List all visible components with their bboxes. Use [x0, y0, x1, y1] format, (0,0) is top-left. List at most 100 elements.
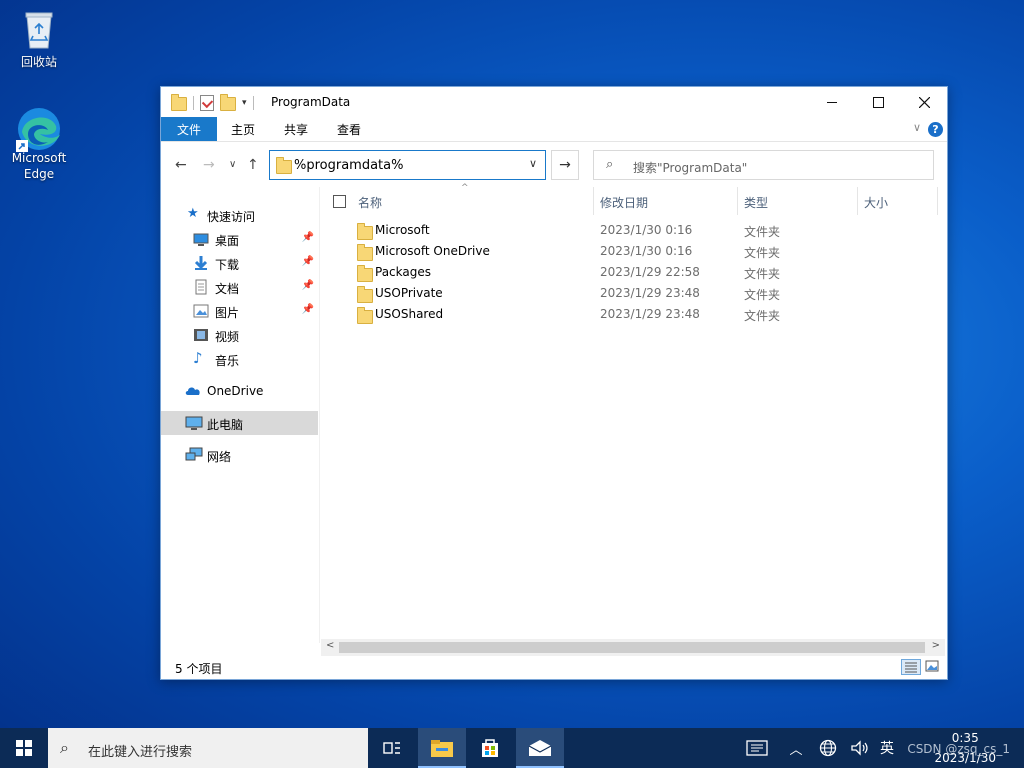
customize-toolbar-icon[interactable]: ▾ [242, 98, 247, 108]
document-icon [193, 279, 209, 295]
details-view-button[interactable] [901, 659, 921, 675]
search-box[interactable]: ⌕ 搜索"ProgramData" [593, 150, 934, 180]
address-dropdown-icon[interactable]: ∨ [529, 157, 537, 170]
nav-item-desktop[interactable]: 桌面 📌 [161, 227, 318, 251]
table-row[interactable]: USOPrivate 2023/1/29 23:48 文件夹 [321, 283, 945, 304]
folder-icon [357, 223, 373, 240]
file-modified: 2023/1/30 0:16 [600, 244, 693, 258]
horizontal-scrollbar[interactable]: < > [321, 639, 945, 656]
minimize-button[interactable] [809, 87, 855, 117]
speaker-icon [851, 740, 868, 756]
column-divider[interactable] [593, 187, 594, 215]
start-button[interactable] [0, 728, 48, 768]
desktop-icon [193, 231, 209, 247]
tab-file[interactable]: 文件 [161, 117, 217, 141]
column-header-type[interactable]: 类型 [744, 194, 768, 211]
column-header-name[interactable]: 名称 [358, 194, 382, 211]
address-bar[interactable]: %programdata% ∨ [269, 150, 546, 180]
nav-item-onedrive[interactable]: OneDrive [161, 379, 318, 403]
column-divider[interactable] [937, 187, 938, 215]
taskbar-store[interactable] [466, 728, 514, 768]
help-icon[interactable]: ? [928, 122, 943, 137]
navigation-bar: ← → ∨ ↑ %programdata% ∨ → ⌕ 搜索"ProgramDa… [161, 149, 947, 183]
new-folder-icon[interactable] [220, 94, 236, 111]
divider [193, 95, 194, 110]
maximize-button[interactable] [855, 87, 901, 117]
nav-item-this-pc[interactable]: 此电脑 [161, 411, 318, 435]
column-headers: ^ 名称 修改日期 类型 大小 [321, 183, 945, 215]
search-input[interactable]: 搜索"ProgramData" [633, 159, 747, 176]
file-type: 文件夹 [744, 246, 781, 260]
network-status-button[interactable] [814, 728, 842, 768]
file-modified: 2023/1/29 23:48 [600, 286, 700, 300]
tab-share[interactable]: 共享 [284, 121, 308, 138]
recent-locations-button[interactable]: ∨ [229, 159, 236, 170]
windows-logo-icon [16, 740, 32, 756]
scroll-right-icon[interactable]: > [932, 640, 940, 651]
picture-icon [193, 303, 209, 319]
file-name: Microsoft [375, 223, 430, 237]
taskbar-mail[interactable] [516, 728, 564, 768]
taskbar-search-input[interactable]: 在此键入进行搜索 [88, 741, 192, 760]
properties-icon[interactable] [200, 94, 214, 111]
back-button[interactable]: ← [175, 157, 187, 173]
watermark-text: CSDN @zsq_cs_1 [907, 742, 1010, 756]
table-row[interactable]: USOShared 2023/1/29 23:48 文件夹 [321, 304, 945, 325]
desktop-icon-label: Microsoft Edge [11, 151, 67, 181]
nav-item-pictures[interactable]: 图片 📌 [161, 299, 318, 323]
video-icon [193, 327, 209, 343]
pin-icon[interactable]: 📌 [302, 256, 314, 267]
search-icon: ⌕ [60, 738, 69, 757]
up-button[interactable]: ↑ [247, 157, 259, 173]
globe-icon [819, 739, 837, 757]
nav-item-music[interactable]: ♪ 音乐 [161, 347, 318, 371]
file-name: Packages [375, 265, 431, 279]
volume-button[interactable] [846, 728, 874, 768]
tab-home[interactable]: 主页 [231, 121, 255, 138]
scrollbar-thumb[interactable] [339, 642, 925, 653]
taskbar-search-box[interactable]: ⌕ 在此键入进行搜索 [48, 728, 368, 768]
column-divider[interactable] [857, 187, 858, 215]
column-header-modified[interactable]: 修改日期 [600, 194, 648, 211]
forward-button[interactable]: → [203, 157, 215, 173]
minimize-icon [827, 101, 837, 103]
task-view-button[interactable] [368, 728, 416, 768]
file-modified: 2023/1/29 23:48 [600, 307, 700, 321]
expand-ribbon-icon[interactable]: ∨ [913, 121, 921, 134]
nav-item-network[interactable]: 网络 [161, 443, 318, 467]
pin-icon[interactable]: 📌 [302, 280, 314, 291]
folder-icon [171, 94, 187, 111]
window-title: ProgramData [271, 95, 351, 109]
taskbar-file-explorer[interactable] [418, 728, 466, 768]
onedrive-icon [185, 383, 201, 399]
nav-item-documents[interactable]: 文档 📌 [161, 275, 318, 299]
table-row[interactable]: Packages 2023/1/29 22:58 文件夹 [321, 262, 945, 283]
ime-indicator[interactable]: 英 [876, 728, 898, 768]
nav-item-downloads[interactable]: 下载 📌 [161, 251, 318, 275]
show-hidden-icons-button[interactable]: ︿ [784, 728, 808, 768]
search-icon: ⌕ [606, 157, 614, 172]
desktop-icon-edge[interactable]: Microsoft Edge [4, 104, 74, 182]
go-button[interactable]: → [551, 150, 579, 180]
nav-item-quick-access[interactable]: ★ 快速访问 [161, 203, 318, 227]
title-bar[interactable]: ▾ ProgramData [161, 87, 947, 117]
action-center-button[interactable] [740, 728, 774, 768]
select-all-checkbox[interactable] [333, 195, 346, 208]
large-icons-view-button[interactable] [923, 659, 943, 675]
address-input[interactable]: %programdata% [294, 158, 403, 173]
file-name: Microsoft OneDrive [375, 244, 490, 258]
details-view-icon [905, 662, 917, 673]
table-row[interactable]: Microsoft OneDrive 2023/1/30 0:16 文件夹 [321, 241, 945, 262]
pin-icon[interactable]: 📌 [302, 232, 314, 243]
column-divider[interactable] [737, 187, 738, 215]
close-button[interactable] [901, 87, 947, 117]
desktop-icon-recycle-bin[interactable]: 回收站 [4, 8, 74, 70]
pin-icon[interactable]: 📌 [302, 304, 314, 315]
star-icon: ★ [187, 206, 199, 221]
column-header-size[interactable]: 大小 [864, 194, 888, 211]
nav-item-videos[interactable]: 视频 [161, 323, 318, 347]
table-row[interactable]: Microsoft 2023/1/30 0:16 文件夹 [321, 220, 945, 241]
pane-divider[interactable] [319, 187, 320, 643]
scroll-left-icon[interactable]: < [326, 640, 334, 651]
tab-view[interactable]: 查看 [337, 121, 361, 138]
